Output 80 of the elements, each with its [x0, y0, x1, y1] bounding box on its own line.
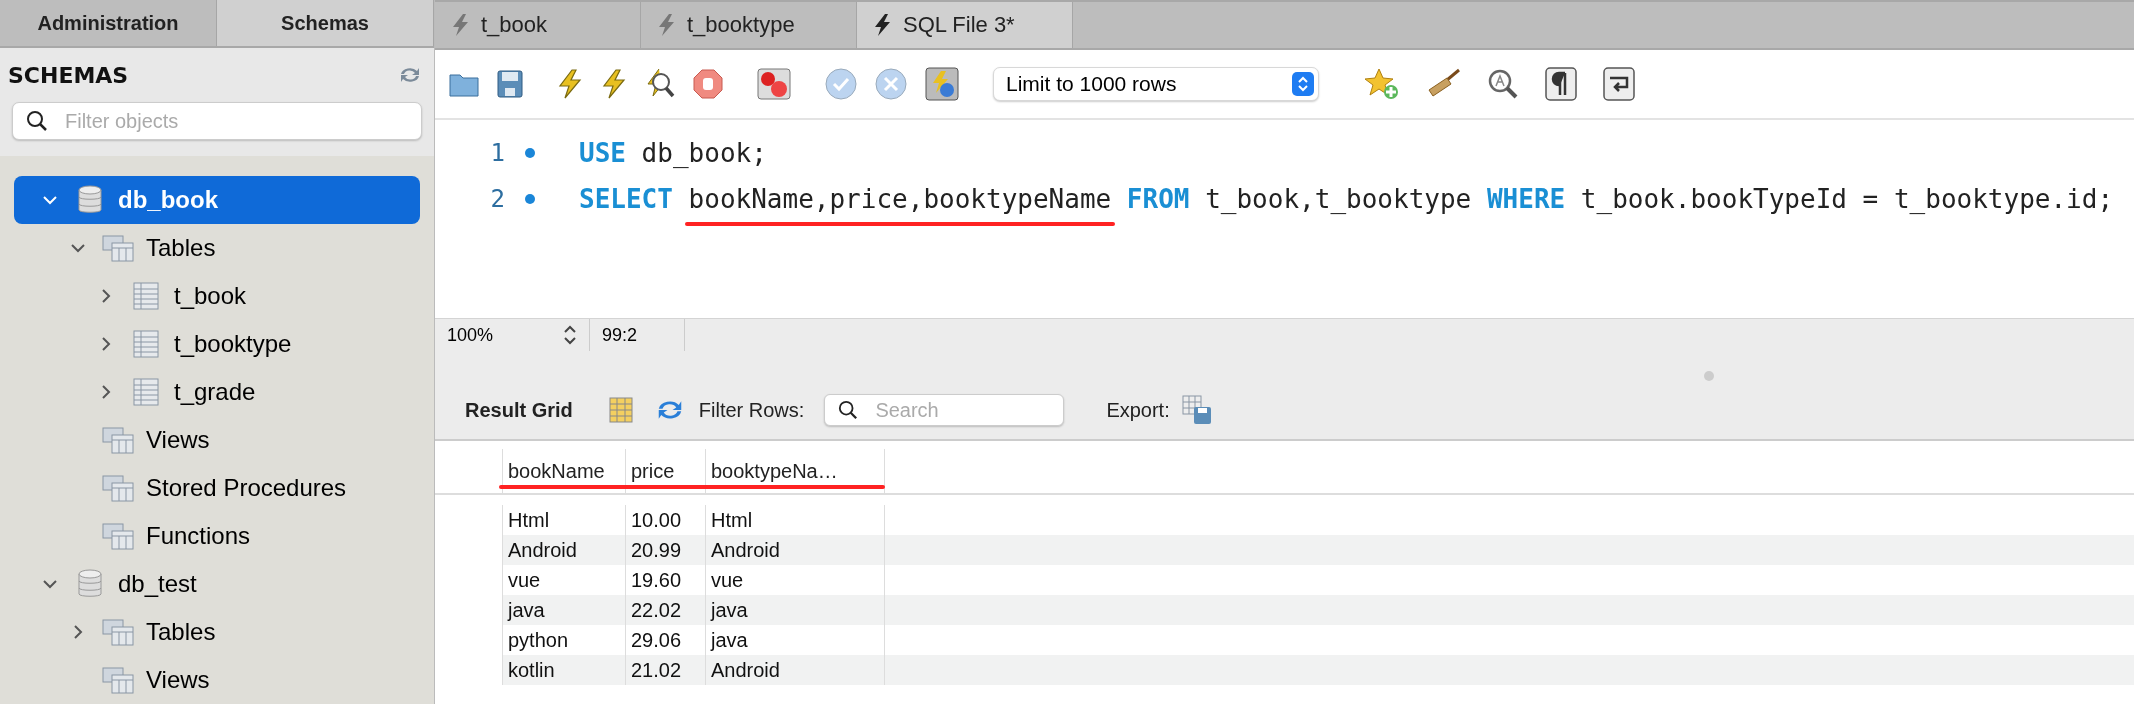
- line-number: 1: [489, 139, 505, 167]
- panel-title: SCHEMAS: [8, 62, 129, 88]
- tree-item[interactable]: Views: [14, 416, 420, 464]
- invisible-characters-icon[interactable]: [1545, 67, 1577, 101]
- result-grid-label: Result Grid: [465, 398, 573, 422]
- search-field[interactable]: Search: [824, 394, 1065, 426]
- table-icon: [133, 282, 159, 310]
- execute-current-icon[interactable]: [601, 69, 627, 99]
- tree-item[interactable]: db_test: [14, 560, 420, 608]
- table-cell: 22.02: [626, 595, 706, 625]
- save-icon[interactable]: [497, 70, 523, 98]
- sql-text: t_book,t_booktype: [1204, 184, 1473, 214]
- sql-keyword: USE: [579, 138, 626, 168]
- tree-item[interactable]: Functions: [14, 512, 420, 560]
- table-icon: [133, 378, 159, 406]
- limit-rows-select[interactable]: Limit to 1000 rows: [993, 67, 1319, 101]
- statement-marker-icon: [525, 148, 535, 158]
- table-cell: Android: [706, 655, 885, 685]
- execute-icon[interactable]: [557, 69, 583, 99]
- tree-item[interactable]: t_grade: [14, 368, 420, 416]
- filter-field[interactable]: Filter objects: [12, 102, 422, 140]
- search-icon: [26, 110, 48, 132]
- export-icon[interactable]: [1181, 395, 1212, 425]
- tree-item[interactable]: Tables: [14, 608, 420, 656]
- sql-text: bookName,price,booktypeName: [688, 184, 1112, 214]
- grid-layout-icon[interactable]: [608, 397, 633, 423]
- tree-item[interactable]: t_booktype: [14, 320, 420, 368]
- database-icon: [78, 569, 102, 599]
- table-group-icon: [102, 474, 134, 502]
- tree-item[interactable]: Views: [14, 656, 420, 704]
- lightning-icon: [657, 13, 675, 37]
- tree-item[interactable]: Tables: [14, 224, 420, 272]
- stop-icon[interactable]: [693, 69, 723, 99]
- table-cell: java: [503, 595, 626, 625]
- refresh-icon[interactable]: [398, 65, 422, 85]
- tree-item[interactable]: t_book: [14, 272, 420, 320]
- table-group-icon: [102, 522, 134, 550]
- database-icon: [78, 185, 102, 215]
- explain-icon[interactable]: [645, 68, 675, 100]
- search-icon: [838, 400, 859, 420]
- tree-item[interactable]: Stored Procedures: [14, 464, 420, 512]
- editor-tab[interactable]: SQL File 3*: [857, 2, 1073, 48]
- cursor-position: 99:2: [602, 324, 638, 346]
- table-cell: 21.02: [626, 655, 706, 685]
- tree-item[interactable]: db_book: [14, 176, 420, 224]
- sidebar-tab[interactable]: Schemas: [217, 0, 434, 46]
- table-cell: Android: [706, 535, 885, 565]
- filter-rows-label: Filter Rows:: [698, 398, 805, 422]
- table-cell: kotlin: [503, 655, 626, 685]
- table-icon: [133, 330, 159, 358]
- table-group-icon: [102, 666, 134, 694]
- star-add-icon[interactable]: [1365, 68, 1399, 100]
- folder-icon[interactable]: [449, 71, 479, 97]
- table-cell: Android: [503, 535, 626, 565]
- autocommit-icon[interactable]: [925, 67, 959, 101]
- find-icon[interactable]: [1487, 68, 1519, 100]
- export-label: Export:: [1106, 398, 1170, 422]
- splitter-handle[interactable]: [1704, 371, 1714, 381]
- zoom-level: 100%: [447, 324, 494, 346]
- word-wrap-icon[interactable]: [1603, 67, 1635, 101]
- sql-text: t_book.bookTypeId = t_booktype.id;: [1579, 184, 2114, 214]
- table-cell: 20.99: [626, 535, 706, 565]
- rollback-icon[interactable]: [875, 68, 907, 100]
- commit-icon[interactable]: [825, 68, 857, 100]
- editor-tab[interactable]: t_book: [435, 2, 641, 48]
- stepper-icon[interactable]: [563, 324, 577, 346]
- statement-marker-icon: [525, 194, 535, 204]
- lightning-icon: [873, 13, 891, 37]
- table-group-icon: [102, 618, 134, 646]
- stepper-icon: [1292, 72, 1314, 96]
- line-number: 2: [489, 185, 505, 213]
- sql-text: db_book;: [640, 138, 767, 168]
- table-cell: java: [706, 595, 885, 625]
- lightning-icon: [451, 13, 469, 37]
- table-group-icon: [102, 426, 134, 454]
- table-group-icon: [102, 234, 134, 262]
- stop-on-error-icon[interactable]: [757, 68, 791, 100]
- sql-keyword: WHERE: [1486, 184, 1566, 214]
- sql-keyword: FROM: [1125, 184, 1190, 214]
- sql-keyword: SELECT: [579, 184, 674, 214]
